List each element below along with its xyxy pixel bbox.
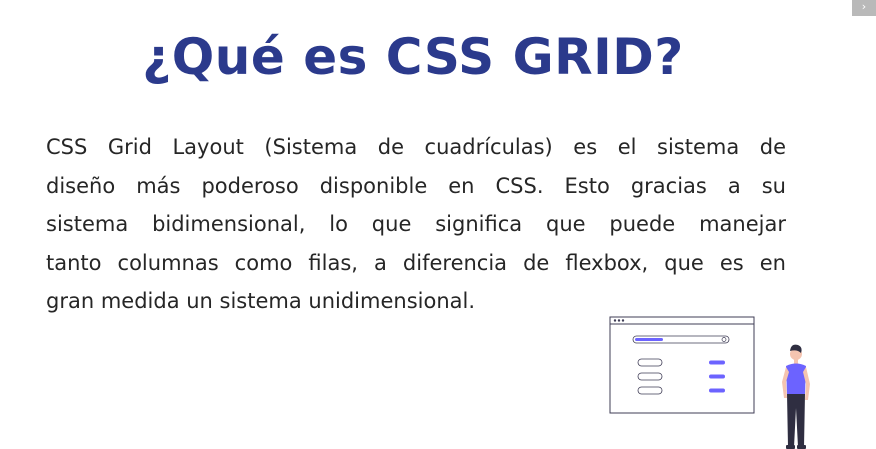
person-icon [782, 344, 810, 449]
slide-title: ¿Qué es CSS GRID? [142, 28, 684, 86]
slide-paragraph: CSS Grid Layout (Sistema de cuadrículas)… [46, 128, 786, 321]
paragraph-line: sistema bidimensional, lo que significa … [46, 212, 786, 236]
paragraph-line: diseño más poderoso disponible en CSS. E… [46, 173, 786, 198]
next-slide-button[interactable]: › [852, 0, 876, 16]
paragraph-line: tanto columnas como filas, a diferencia … [46, 250, 786, 275]
paragraph-line: CSS Grid Layout (Sistema de cuadrículas)… [46, 135, 786, 159]
chevron-right-icon: › [861, 0, 867, 13]
browser-window-icon [609, 316, 755, 414]
person-with-browser-window-illustration [609, 316, 810, 449]
